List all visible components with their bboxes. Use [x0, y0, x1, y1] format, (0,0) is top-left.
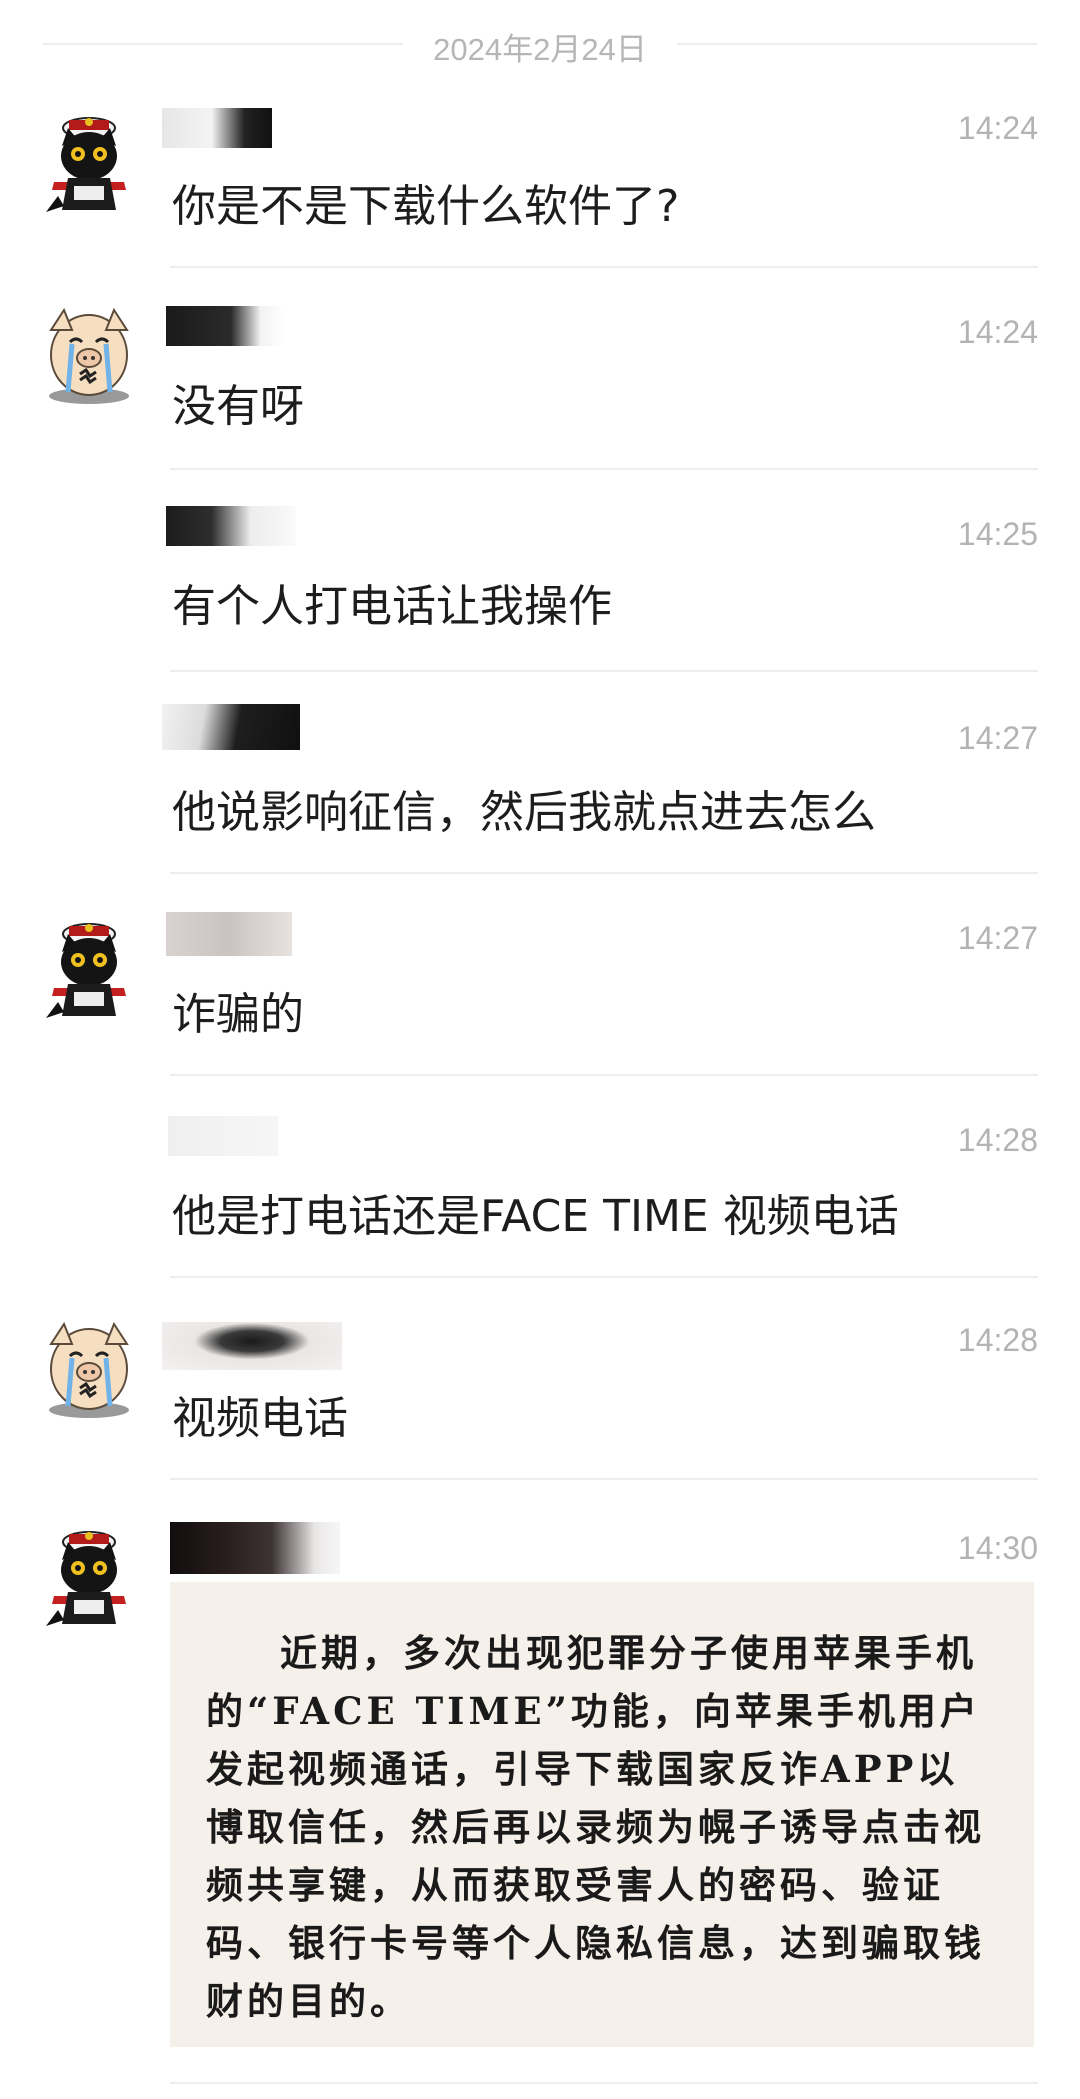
date-separator-line-right [677, 43, 1037, 45]
message-time: 14:25 [957, 516, 1038, 552]
anti-fraud-notice-text: 近期，多次出现犯罪分子使用苹果手机的“FACE TIME”功能，向苹果手机用户发… [206, 1631, 985, 2023]
avatar[interactable] [34, 1520, 144, 1630]
sender-name-blurred [168, 1116, 278, 1156]
message-item[interactable]: 14:28 他是打电话还是FACE TIME 视频电话 [0, 1090, 1080, 1280]
message-item[interactable]: 14:27 诈骗的 [0, 888, 1080, 1078]
message-divider [170, 266, 1038, 268]
black-cat-sheriff-avatar-icon [46, 1531, 126, 1626]
message-divider [170, 1478, 1038, 1480]
date-separator: 2024年2月24日 [0, 18, 1080, 68]
avatar[interactable] [34, 106, 144, 216]
message-divider [170, 468, 1038, 470]
message-text: 他是打电话还是FACE TIME 视频电话 [172, 1191, 899, 1242]
message-time: 14:27 [957, 720, 1038, 756]
sender-name-blurred [162, 108, 272, 148]
message-time: 14:24 [957, 314, 1038, 350]
message-divider [170, 872, 1038, 874]
message-text: 你是不是下载什么软件了? [172, 181, 680, 232]
sender-name-blurred [162, 1322, 342, 1370]
sender-name-blurred [166, 306, 284, 346]
sender-name-blurred [170, 1522, 340, 1574]
message-text: 他说影响征信，然后我就点进去怎么 [172, 787, 876, 838]
message-item[interactable]: 14:24 你是不是下载什么软件了? [0, 80, 1080, 270]
message-item[interactable]: 14:28 视频电话 [0, 1292, 1080, 1482]
sender-name-blurred [162, 704, 300, 750]
avatar[interactable] [34, 912, 144, 1022]
message-time: 14:27 [957, 920, 1038, 956]
message-text: 诈骗的 [172, 989, 304, 1040]
message-text: 视频电话 [172, 1393, 348, 1444]
avatar[interactable] [34, 300, 144, 410]
message-time: 14:30 [957, 1530, 1038, 1566]
crying-pig-avatar-icon [49, 1321, 129, 1418]
date-separator-text: 2024年2月24日 [433, 32, 647, 67]
message-divider [170, 1074, 1038, 1076]
message-divider [170, 1276, 1038, 1278]
message-divider [170, 670, 1038, 672]
avatar[interactable] [34, 1314, 144, 1424]
black-cat-sheriff-avatar-icon [46, 117, 126, 212]
message-item[interactable]: 14:27 他说影响征信，然后我就点进去怎么 [0, 686, 1080, 876]
sender-name-blurred [166, 506, 296, 546]
message-time: 14:24 [957, 110, 1038, 146]
message-text: 没有呀 [172, 381, 304, 432]
sender-name-blurred [166, 912, 292, 956]
message-divider [170, 2082, 1038, 2084]
crying-pig-avatar-icon [49, 307, 129, 404]
message-time: 14:28 [957, 1322, 1038, 1358]
message-time: 14:28 [957, 1122, 1038, 1158]
message-item[interactable]: 14:24 没有呀 [0, 282, 1080, 472]
message-item[interactable]: 14:25 有个人打电话让我操作 [0, 484, 1080, 674]
message-text: 有个人打电话让我操作 [172, 581, 612, 632]
black-cat-sheriff-avatar-icon [46, 923, 126, 1018]
anti-fraud-notice-image[interactable]: 近期，多次出现犯罪分子使用苹果手机的“FACE TIME”功能，向苹果手机用户发… [170, 1582, 1034, 2047]
